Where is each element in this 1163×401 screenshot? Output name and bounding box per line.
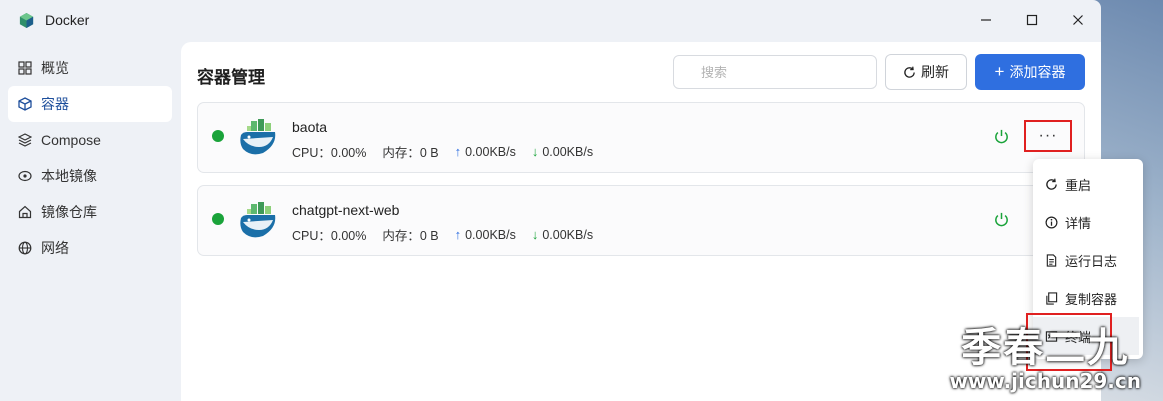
search-input[interactable] xyxy=(673,55,877,89)
memory-usage: 内存：0 B xyxy=(382,229,439,243)
plus-icon: + xyxy=(994,62,1005,81)
log-icon xyxy=(1046,253,1057,267)
memory-usage: 内存：0 B xyxy=(382,146,439,160)
watermark-text: 季春二九 xyxy=(961,325,1130,371)
sidebar-item-local-images[interactable]: 本地镜像 xyxy=(8,158,172,194)
upload-rate: ↑ 0.00KB/s xyxy=(455,142,516,161)
docker-whale-icon xyxy=(240,119,276,155)
layers-icon xyxy=(18,133,32,147)
sidebar-item-compose[interactable]: Compose xyxy=(8,122,172,158)
status-running-indicator xyxy=(212,130,224,142)
menu-item-restart[interactable]: 重启 xyxy=(1033,165,1143,203)
upload-rate: ↑ 0.00KB/s xyxy=(455,225,516,244)
copy-icon xyxy=(1046,291,1058,305)
menu-item-label: 重启 xyxy=(1065,177,1092,193)
docker-logo-icon xyxy=(19,12,34,28)
menu-item-label: 详情 xyxy=(1065,215,1092,231)
refresh-button[interactable]: 刷新 xyxy=(885,54,967,90)
sidebar: 概览 容器 Compose 本地镜像 镜像仓库 网络 xyxy=(0,50,180,266)
refresh-label: 刷新 xyxy=(921,64,949,80)
docker-whale-icon xyxy=(240,202,276,238)
maximize-button[interactable] xyxy=(1009,0,1055,40)
close-button[interactable] xyxy=(1055,0,1101,40)
sidebar-item-overview[interactable]: 概览 xyxy=(8,50,172,86)
close-icon xyxy=(1073,15,1083,25)
cpu-usage: CPU：0.00% xyxy=(292,229,367,243)
page-title: 容器管理 xyxy=(197,68,265,87)
menu-item-label: 复制容器 xyxy=(1065,291,1118,307)
container-stats: CPU：0.00% 内存：0 B ↑ 0.00KB/s ↓ 0.00KB/s xyxy=(292,225,593,244)
home-icon xyxy=(18,205,32,219)
arrow-down-icon: ↓ xyxy=(531,144,539,159)
upload-rate-value: 0.00KB/s xyxy=(465,227,516,242)
add-container-label: 添加容器 xyxy=(1009,64,1066,80)
container-stats: CPU：0.00% 内存：0 B ↑ 0.00KB/s ↓ 0.00KB/s xyxy=(292,142,593,161)
watermark: 季春二九 www.jichun29.cn xyxy=(949,327,1141,393)
minimize-icon xyxy=(981,19,991,21)
cube-icon xyxy=(18,97,32,111)
container-card-chatgpt-next-web[interactable]: chatgpt-next-web CPU：0.00% 内存：0 B ↑ 0.00K… xyxy=(197,185,1085,256)
upload-rate-value: 0.00KB/s xyxy=(465,144,516,159)
sidebar-item-registry[interactable]: 镜像仓库 xyxy=(8,194,172,230)
download-rate-value: 0.00KB/s xyxy=(542,227,594,242)
sidebar-item-label: 本地镜像 xyxy=(41,168,97,184)
download-rate: ↓ 0.00KB/s xyxy=(532,142,593,161)
cpu-usage: CPU：0.00% xyxy=(292,146,367,160)
maximize-icon xyxy=(1026,14,1038,26)
info-icon xyxy=(1045,216,1058,228)
minimize-button[interactable] xyxy=(963,0,1009,40)
refresh-icon xyxy=(904,66,915,78)
sidebar-item-label: 容器 xyxy=(41,96,69,112)
download-rate-value: 0.00KB/s xyxy=(542,144,594,159)
sidebar-item-containers[interactable]: 容器 xyxy=(8,86,172,122)
title-bar: Docker xyxy=(0,0,1101,40)
arrow-up-icon: ↑ xyxy=(454,144,462,159)
menu-item-details[interactable]: 详情 xyxy=(1033,203,1143,241)
disk-icon xyxy=(18,169,32,183)
app-title: Docker xyxy=(45,12,90,28)
sidebar-item-label: 概览 xyxy=(41,60,69,76)
power-icon[interactable] xyxy=(993,128,1010,145)
sidebar-item-label: 镜像仓库 xyxy=(41,204,97,220)
docker-window: Docker 概览 容器 Compose 本地镜像 镜像仓库 网络 容器管理 搜… xyxy=(0,0,1101,401)
sidebar-item-label: Compose xyxy=(41,132,101,148)
more-actions-button[interactable]: ··· xyxy=(1024,120,1072,152)
container-name: baota xyxy=(292,119,328,135)
container-name: chatgpt-next-web xyxy=(292,202,400,218)
globe-icon xyxy=(18,241,32,255)
status-running-indicator xyxy=(212,213,224,225)
watermark-url: www.jichun29.cn xyxy=(949,369,1141,393)
restart-icon xyxy=(1046,178,1057,190)
sidebar-item-label: 网络 xyxy=(41,240,69,256)
power-icon[interactable] xyxy=(993,211,1010,228)
arrow-up-icon: ↑ xyxy=(454,227,462,242)
window-controls xyxy=(963,0,1101,40)
grid-icon xyxy=(18,61,32,75)
sidebar-item-network[interactable]: 网络 xyxy=(8,230,172,266)
download-rate: ↓ 0.00KB/s xyxy=(532,225,593,244)
arrow-down-icon: ↓ xyxy=(531,227,539,242)
add-container-button[interactable]: + 添加容器 xyxy=(975,54,1085,90)
container-card-baota[interactable]: baota CPU：0.00% 内存：0 B ↑ 0.00KB/s ↓ 0.00KB… xyxy=(197,102,1085,173)
menu-item-copy-container[interactable]: 复制容器 xyxy=(1033,279,1143,317)
menu-item-logs[interactable]: 运行日志 xyxy=(1033,241,1143,279)
menu-item-label: 运行日志 xyxy=(1065,253,1118,269)
